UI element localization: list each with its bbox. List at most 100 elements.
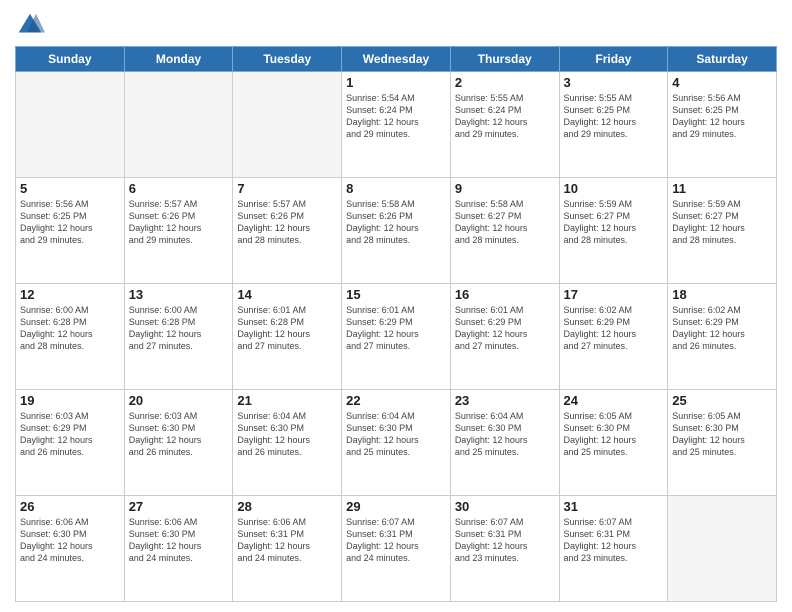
day-header-saturday: Saturday bbox=[668, 47, 777, 72]
day-info: Sunrise: 6:07 AM Sunset: 6:31 PM Dayligh… bbox=[346, 516, 446, 565]
day-info: Sunrise: 6:01 AM Sunset: 6:29 PM Dayligh… bbox=[455, 304, 555, 353]
calendar-cell: 4 Sunrise: 5:56 AM Sunset: 6:25 PM Daylig… bbox=[668, 72, 777, 178]
day-number: 23 bbox=[455, 393, 555, 408]
day-number: 24 bbox=[564, 393, 664, 408]
calendar-cell: 1 Sunrise: 5:54 AM Sunset: 6:24 PM Daylig… bbox=[342, 72, 451, 178]
day-info: Sunrise: 6:04 AM Sunset: 6:30 PM Dayligh… bbox=[346, 410, 446, 459]
day-number: 2 bbox=[455, 75, 555, 90]
calendar-cell: 23Sunrise: 6:04 AM Sunset: 6:30 PM Dayli… bbox=[450, 390, 559, 496]
day-number: 5 bbox=[20, 181, 120, 196]
day-number: 19 bbox=[20, 393, 120, 408]
week-row-0: 1 Sunrise: 5:54 AM Sunset: 6:24 PM Daylig… bbox=[16, 72, 777, 178]
day-header-tuesday: Tuesday bbox=[233, 47, 342, 72]
day-info: Sunrise: 6:07 AM Sunset: 6:31 PM Dayligh… bbox=[455, 516, 555, 565]
page: SundayMondayTuesdayWednesdayThursdayFrid… bbox=[0, 0, 792, 612]
calendar-cell: 24 Sunrise: 6:05 AM Sunset: 6:30 PM Dayli… bbox=[559, 390, 668, 496]
calendar-cell: 27 Sunrise: 6:06 AM Sunset: 6:30 PM Dayli… bbox=[124, 496, 233, 602]
day-header-friday: Friday bbox=[559, 47, 668, 72]
day-number: 12 bbox=[20, 287, 120, 302]
day-info: Sunrise: 6:01 AM Sunset: 6:29 PM Dayligh… bbox=[346, 304, 446, 353]
calendar-cell: 18 Sunrise: 6:02 AM Sunset: 6:29 PM Dayli… bbox=[668, 284, 777, 390]
day-number: 15 bbox=[346, 287, 446, 302]
day-info: Sunrise: 6:03 AM Sunset: 6:29 PM Dayligh… bbox=[20, 410, 120, 459]
day-number: 8 bbox=[346, 181, 446, 196]
day-info: Sunrise: 5:55 AM Sunset: 6:25 PM Dayligh… bbox=[564, 92, 664, 141]
day-info: Sunrise: 5:57 AM Sunset: 6:26 PM Dayligh… bbox=[129, 198, 229, 247]
calendar-cell: 25Sunrise: 6:05 AM Sunset: 6:30 PM Dayli… bbox=[668, 390, 777, 496]
day-header-monday: Monday bbox=[124, 47, 233, 72]
week-row-3: 19 Sunrise: 6:03 AM Sunset: 6:29 PM Dayli… bbox=[16, 390, 777, 496]
calendar-cell: 16 Sunrise: 6:01 AM Sunset: 6:29 PM Dayli… bbox=[450, 284, 559, 390]
calendar-header: SundayMondayTuesdayWednesdayThursdayFrid… bbox=[16, 47, 777, 72]
day-info: Sunrise: 5:55 AM Sunset: 6:24 PM Dayligh… bbox=[455, 92, 555, 141]
day-info: Sunrise: 6:04 AM Sunset: 6:30 PM Dayligh… bbox=[237, 410, 337, 459]
day-info: Sunrise: 6:03 AM Sunset: 6:30 PM Dayligh… bbox=[129, 410, 229, 459]
day-number: 10 bbox=[564, 181, 664, 196]
day-header-thursday: Thursday bbox=[450, 47, 559, 72]
day-number: 29 bbox=[346, 499, 446, 514]
calendar-cell: 20 Sunrise: 6:03 AM Sunset: 6:30 PM Dayli… bbox=[124, 390, 233, 496]
day-number: 28 bbox=[237, 499, 337, 514]
day-info: Sunrise: 5:57 AM Sunset: 6:26 PM Dayligh… bbox=[237, 198, 337, 247]
calendar-cell: 31Sunrise: 6:07 AM Sunset: 6:31 PM Dayli… bbox=[559, 496, 668, 602]
calendar-cell bbox=[668, 496, 777, 602]
day-number: 20 bbox=[129, 393, 229, 408]
day-info: Sunrise: 6:05 AM Sunset: 6:30 PM Dayligh… bbox=[564, 410, 664, 459]
day-number: 18 bbox=[672, 287, 772, 302]
day-number: 11 bbox=[672, 181, 772, 196]
day-number: 9 bbox=[455, 181, 555, 196]
header-row: SundayMondayTuesdayWednesdayThursdayFrid… bbox=[16, 47, 777, 72]
day-header-sunday: Sunday bbox=[16, 47, 125, 72]
day-info: Sunrise: 6:07 AM Sunset: 6:31 PM Dayligh… bbox=[564, 516, 664, 565]
calendar-cell: 2 Sunrise: 5:55 AM Sunset: 6:24 PM Daylig… bbox=[450, 72, 559, 178]
calendar-cell bbox=[16, 72, 125, 178]
calendar-cell: 11Sunrise: 5:59 AM Sunset: 6:27 PM Dayli… bbox=[668, 178, 777, 284]
day-number: 30 bbox=[455, 499, 555, 514]
day-info: Sunrise: 5:56 AM Sunset: 6:25 PM Dayligh… bbox=[20, 198, 120, 247]
day-number: 27 bbox=[129, 499, 229, 514]
day-info: Sunrise: 5:58 AM Sunset: 6:26 PM Dayligh… bbox=[346, 198, 446, 247]
logo bbox=[15, 10, 49, 40]
day-info: Sunrise: 5:54 AM Sunset: 6:24 PM Dayligh… bbox=[346, 92, 446, 141]
week-row-1: 5 Sunrise: 5:56 AM Sunset: 6:25 PM Daylig… bbox=[16, 178, 777, 284]
calendar-cell: 12 Sunrise: 6:00 AM Sunset: 6:28 PM Dayli… bbox=[16, 284, 125, 390]
day-number: 14 bbox=[237, 287, 337, 302]
logo-icon bbox=[15, 10, 45, 40]
day-number: 17 bbox=[564, 287, 664, 302]
day-header-wednesday: Wednesday bbox=[342, 47, 451, 72]
calendar-cell: 10 Sunrise: 5:59 AM Sunset: 6:27 PM Dayli… bbox=[559, 178, 668, 284]
calendar-cell: 17 Sunrise: 6:02 AM Sunset: 6:29 PM Dayli… bbox=[559, 284, 668, 390]
day-info: Sunrise: 6:02 AM Sunset: 6:29 PM Dayligh… bbox=[672, 304, 772, 353]
day-number: 6 bbox=[129, 181, 229, 196]
day-number: 21 bbox=[237, 393, 337, 408]
header bbox=[15, 10, 777, 40]
day-number: 16 bbox=[455, 287, 555, 302]
calendar-cell: 15 Sunrise: 6:01 AM Sunset: 6:29 PM Dayli… bbox=[342, 284, 451, 390]
calendar-cell: 28Sunrise: 6:06 AM Sunset: 6:31 PM Dayli… bbox=[233, 496, 342, 602]
calendar-cell: 30 Sunrise: 6:07 AM Sunset: 6:31 PM Dayli… bbox=[450, 496, 559, 602]
calendar-cell: 19 Sunrise: 6:03 AM Sunset: 6:29 PM Dayli… bbox=[16, 390, 125, 496]
calendar-body: 1 Sunrise: 5:54 AM Sunset: 6:24 PM Daylig… bbox=[16, 72, 777, 602]
day-info: Sunrise: 6:06 AM Sunset: 6:30 PM Dayligh… bbox=[20, 516, 120, 565]
calendar-cell: 7 Sunrise: 5:57 AM Sunset: 6:26 PM Daylig… bbox=[233, 178, 342, 284]
day-info: Sunrise: 6:00 AM Sunset: 6:28 PM Dayligh… bbox=[129, 304, 229, 353]
day-number: 26 bbox=[20, 499, 120, 514]
calendar-cell: 9Sunrise: 5:58 AM Sunset: 6:27 PM Daylig… bbox=[450, 178, 559, 284]
week-row-2: 12 Sunrise: 6:00 AM Sunset: 6:28 PM Dayli… bbox=[16, 284, 777, 390]
day-info: Sunrise: 6:02 AM Sunset: 6:29 PM Dayligh… bbox=[564, 304, 664, 353]
week-row-4: 26 Sunrise: 6:06 AM Sunset: 6:30 PM Dayli… bbox=[16, 496, 777, 602]
day-info: Sunrise: 6:05 AM Sunset: 6:30 PM Dayligh… bbox=[672, 410, 772, 459]
day-number: 4 bbox=[672, 75, 772, 90]
day-info: Sunrise: 6:06 AM Sunset: 6:30 PM Dayligh… bbox=[129, 516, 229, 565]
day-number: 13 bbox=[129, 287, 229, 302]
calendar-cell: 14Sunrise: 6:01 AM Sunset: 6:28 PM Dayli… bbox=[233, 284, 342, 390]
day-number: 1 bbox=[346, 75, 446, 90]
calendar-cell bbox=[233, 72, 342, 178]
day-info: Sunrise: 6:00 AM Sunset: 6:28 PM Dayligh… bbox=[20, 304, 120, 353]
calendar-cell: 26 Sunrise: 6:06 AM Sunset: 6:30 PM Dayli… bbox=[16, 496, 125, 602]
calendar-cell bbox=[124, 72, 233, 178]
day-info: Sunrise: 5:56 AM Sunset: 6:25 PM Dayligh… bbox=[672, 92, 772, 141]
calendar-cell: 29 Sunrise: 6:07 AM Sunset: 6:31 PM Dayli… bbox=[342, 496, 451, 602]
day-info: Sunrise: 5:59 AM Sunset: 6:27 PM Dayligh… bbox=[564, 198, 664, 247]
day-number: 7 bbox=[237, 181, 337, 196]
